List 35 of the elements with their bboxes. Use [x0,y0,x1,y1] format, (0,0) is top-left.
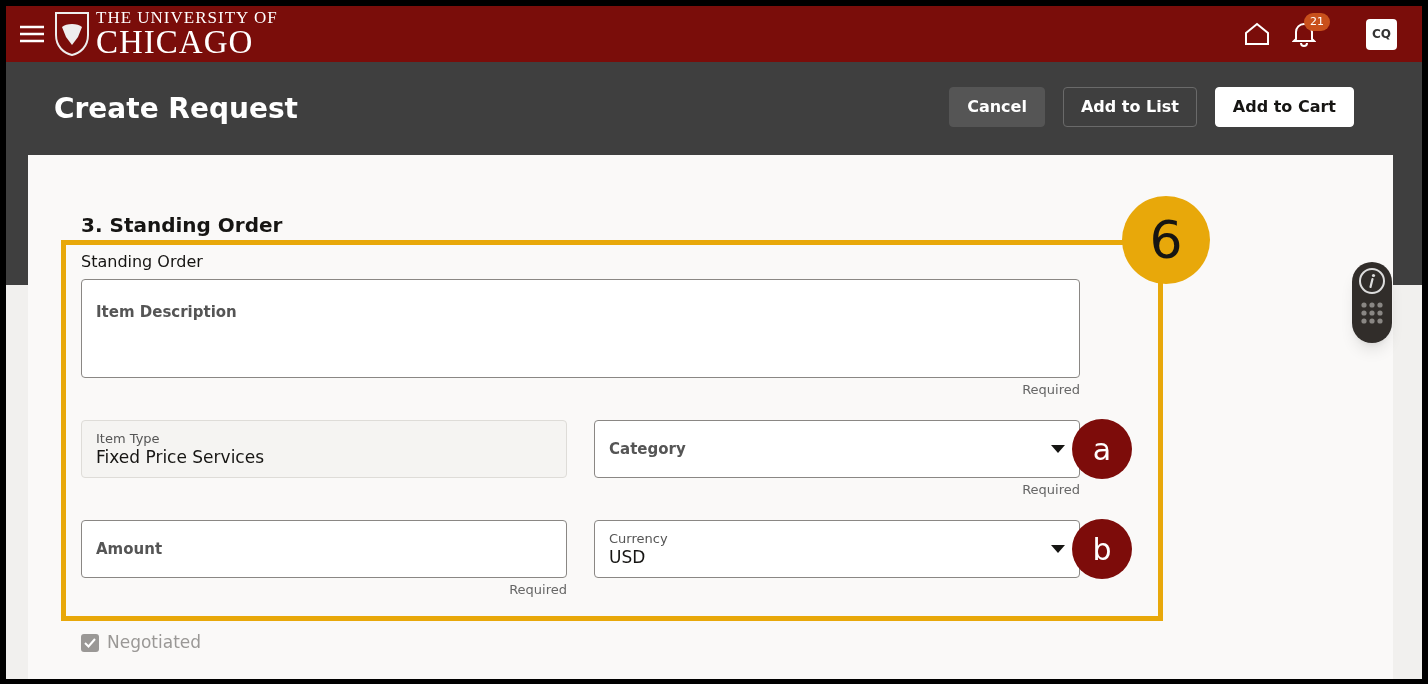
input-field[interactable]: Amount [81,520,567,578]
description-field[interactable]: Item Description [81,279,1080,378]
field-label: Item Description [96,303,237,321]
info-icon[interactable] [1359,268,1385,294]
logo-text: THE UNIVERSITY OF [96,9,278,26]
menu-icon[interactable] [20,25,44,43]
required-hint: Required [509,581,567,600]
dropdown-field[interactable]: Category [594,420,1080,478]
dropdown-field[interactable]: Currency USD [594,520,1080,578]
field-value: Fixed Price Services [96,447,265,467]
field-label: Category [609,438,686,460]
field-label: Currency [609,531,668,547]
field-value: USD [609,547,647,567]
notification-badge: 21 [1304,13,1330,31]
caret-icon [1051,545,1065,553]
caret-icon [1051,445,1065,453]
required-hint: Required [1022,481,1080,500]
shield-icon [54,11,90,57]
avatar[interactable]: CQ [1366,18,1397,50]
field-label: Amount [96,538,163,560]
action-button[interactable]: Add to List [1062,87,1197,127]
callout-badge: 6 [1122,196,1210,284]
required-hint: Required [1022,381,1080,400]
callout-badge: a [1072,419,1132,479]
checkbox-label: Negotiated [107,631,202,654]
checkmark-icon [84,637,96,648]
home-icon[interactable] [1244,22,1270,46]
group-label: Standing Order [81,251,204,273]
field-label: Item Type [96,431,161,447]
action-button[interactable]: Add to Cart [1214,87,1354,127]
page-title: Create Request [54,91,298,127]
action-button[interactable]: Cancel [949,87,1045,127]
logo-text: CHICAGO [96,26,255,59]
grid-icon[interactable] [1361,302,1383,324]
callout-badge: b [1072,519,1132,579]
